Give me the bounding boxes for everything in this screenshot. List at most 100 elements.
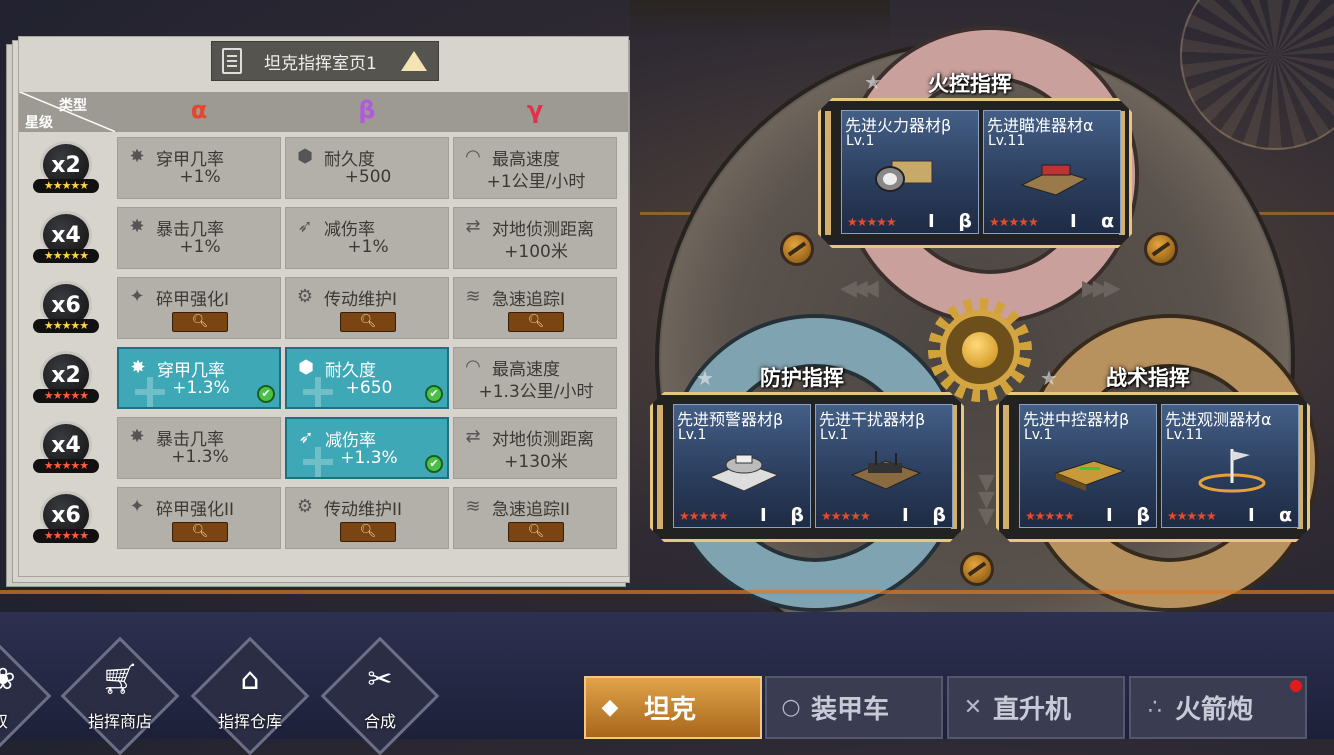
bonus-cell[interactable]: ✸ 穿甲几率 +1.3% ✔ bbox=[117, 347, 281, 409]
tactics-title: 战术指挥 bbox=[1106, 366, 1190, 390]
fire-control-slots: 先进火力器材β Lv.1 ★★★★★ I β 先进瞄准器材α Lv.11 ★★★… bbox=[818, 98, 1132, 248]
magnify-button[interactable]: 🔍︎ bbox=[508, 312, 564, 332]
fire-control-title: 火控指挥 bbox=[928, 72, 1012, 96]
bonus-cell[interactable]: ➶ 减伤率 +1.3% ✔ bbox=[285, 417, 449, 479]
equipment-card[interactable]: 先进预警器材β Lv.1 ★★★★★ I β bbox=[673, 404, 811, 528]
type-label: β bbox=[1136, 504, 1150, 526]
tab-helicopter[interactable]: ✕ 直升机 bbox=[947, 676, 1125, 739]
bonus-cell[interactable]: ⚙ 传动维护II 🔍︎ bbox=[285, 487, 449, 549]
detection-range-icon: ⇄ bbox=[465, 426, 481, 447]
bonus-name: 传动维护II bbox=[324, 500, 403, 520]
multiplier-badge: x6 ★★★★★ bbox=[33, 491, 99, 551]
tab-tank[interactable]: ◆ 坦克 bbox=[584, 676, 762, 739]
decorative-line bbox=[0, 590, 1334, 594]
arrow-icon: ◀◀◀ bbox=[840, 276, 879, 301]
bolt-icon bbox=[1144, 232, 1178, 266]
bonus-value: +500 bbox=[344, 167, 392, 187]
document-icon bbox=[222, 48, 242, 74]
cart-icon: 🛒︎ bbox=[100, 662, 140, 697]
star-icon: ★ bbox=[696, 366, 714, 390]
bonus-value: +1公里/小时 bbox=[486, 172, 586, 192]
magnify-button[interactable]: 🔍︎ bbox=[172, 312, 228, 332]
page-title: 坦克指挥室页1 bbox=[264, 53, 377, 74]
tools-icon: ✂ bbox=[367, 662, 393, 697]
star-rating: ★★★★★ bbox=[1167, 509, 1216, 523]
pursuit-icon: ≋ bbox=[465, 496, 481, 517]
star-icon: ★ bbox=[1040, 366, 1058, 390]
bonus-name: 碎甲强化I bbox=[156, 290, 230, 310]
bonus-cell[interactable]: ➶ 减伤率 +1% bbox=[285, 207, 449, 269]
bonus-cell[interactable]: ◠ 最高速度 +1公里/小时 bbox=[453, 137, 617, 199]
gamma-column-header: γ bbox=[526, 96, 544, 124]
armor-piercing-icon: ✸ bbox=[130, 357, 146, 378]
beta-column-header: β bbox=[358, 96, 376, 124]
equipment-level: Lv.11 bbox=[988, 133, 1026, 149]
bonus-cell[interactable]: ⇄ 对地侦测距离 +130米 bbox=[453, 417, 617, 479]
star-rating: ★★★★★ bbox=[33, 459, 99, 473]
equipment-card[interactable]: 先进中控器材β Lv.1 ★★★★★ I β bbox=[1019, 404, 1157, 528]
check-icon: ✔ bbox=[257, 385, 275, 403]
star-rating: ★★★★★ bbox=[1025, 509, 1074, 523]
durability-icon: ⬢ bbox=[298, 357, 314, 378]
magnify-button[interactable]: 🔍︎ bbox=[508, 522, 564, 542]
magnify-button[interactable]: 🔍︎ bbox=[340, 312, 396, 332]
rank-label: I bbox=[1106, 505, 1113, 526]
bonus-name: 急速追踪II bbox=[492, 500, 571, 520]
bonus-cell[interactable]: ✸ 暴击几率 +1% bbox=[117, 207, 281, 269]
armor-piercing-icon: ✸ bbox=[129, 146, 145, 167]
equipment-card[interactable]: 先进火力器材β Lv.1 ★★★★★ I β bbox=[841, 110, 979, 234]
star-rating: ★★★★★ bbox=[33, 319, 99, 333]
critical-hit-icon: ✸ bbox=[129, 216, 145, 237]
warehouse-label: 指挥仓库 bbox=[217, 712, 282, 731]
center-gear bbox=[928, 298, 1032, 402]
tab-label: 坦克 bbox=[644, 695, 697, 725]
star-rating: ★★★★★ bbox=[989, 215, 1038, 229]
multiplier-badge: x2 ★★★★★ bbox=[33, 141, 99, 201]
bonus-cell[interactable]: ⬢ 耐久度 +650 ✔ bbox=[285, 347, 449, 409]
multiplier-badge: x4 ★★★★★ bbox=[33, 211, 99, 271]
bonus-cell[interactable]: ≋ 急速追踪I 🔍︎ bbox=[453, 277, 617, 339]
equipment-card[interactable]: 先进观测器材α Lv.11 ★★★★★ I α bbox=[1161, 404, 1299, 528]
star-rating: ★★★★★ bbox=[33, 529, 99, 543]
triangle-up-icon[interactable] bbox=[400, 51, 427, 71]
rank-label: I bbox=[1248, 505, 1255, 526]
bonus-cell[interactable]: ⬢ 耐久度 +500 bbox=[285, 137, 449, 199]
observation-equipment-icon bbox=[1192, 445, 1270, 495]
bonus-cell[interactable]: ⚙ 传动维护I 🔍︎ bbox=[285, 277, 449, 339]
tab-label: 装甲车 bbox=[811, 695, 890, 725]
arrow-icon: ▼▼▼ bbox=[974, 470, 999, 521]
equipment-card[interactable]: 先进干扰器材β Lv.1 ★★★★★ I β bbox=[815, 404, 953, 528]
bonus-cell[interactable]: ✸ 穿甲几率 +1% bbox=[117, 137, 281, 199]
tab-label: 直升机 bbox=[993, 695, 1072, 725]
tab-armored-car[interactable]: ○ 装甲车 bbox=[765, 676, 943, 739]
bonus-cell[interactable]: ✦ 碎甲强化I 🔍︎ bbox=[117, 277, 281, 339]
armor-shatter-icon: ✦ bbox=[129, 496, 145, 517]
multiplier-badge: x6 ★★★★★ bbox=[33, 281, 99, 341]
bonus-cell[interactable]: ◠ 最高速度 +1.3公里/小时 bbox=[453, 347, 617, 409]
type-label: β bbox=[958, 210, 972, 232]
type-label: α bbox=[1278, 504, 1292, 526]
check-icon: ✔ bbox=[425, 385, 443, 403]
tab-label: 火箭炮 bbox=[1175, 695, 1254, 725]
warehouse-icon: ⌂ bbox=[240, 662, 260, 697]
damage-reduction-icon: ➶ bbox=[298, 427, 314, 448]
page-selector[interactable]: 坦克指挥室页1 bbox=[211, 41, 439, 81]
star-rating: ★★★★★ bbox=[33, 179, 99, 193]
magnify-button[interactable]: 🔍︎ bbox=[340, 522, 396, 542]
magnify-button[interactable]: 🔍︎ bbox=[172, 522, 228, 542]
bonus-value: +1.3公里/小时 bbox=[478, 382, 594, 402]
equipment-card[interactable]: 先进瞄准器材α Lv.11 ★★★★★ I α bbox=[983, 110, 1121, 234]
bonus-cell[interactable]: ≋ 急速追踪II 🔍︎ bbox=[453, 487, 617, 549]
bonus-name: 急速追踪I bbox=[492, 290, 566, 310]
transmission-icon: ⚙ bbox=[296, 496, 314, 517]
tab-rocket-artillery[interactable]: ∴ 火箭炮 bbox=[1129, 676, 1307, 739]
bonus-cell[interactable]: ✦ 碎甲强化II 🔍︎ bbox=[117, 487, 281, 549]
star-rating: ★★★★★ bbox=[33, 389, 99, 403]
partial-nav-label: 双 bbox=[0, 708, 55, 732]
bonus-cell[interactable]: ⇄ 对地侦测距离 +100米 bbox=[453, 207, 617, 269]
bonus-cell[interactable]: ✸ 暴击几率 +1.3% bbox=[117, 417, 281, 479]
star-icon: ★ bbox=[864, 70, 882, 94]
diamond-icon: ◆ bbox=[601, 695, 619, 720]
armor-shatter-icon: ✦ bbox=[129, 286, 145, 307]
notification-dot bbox=[1290, 680, 1302, 692]
